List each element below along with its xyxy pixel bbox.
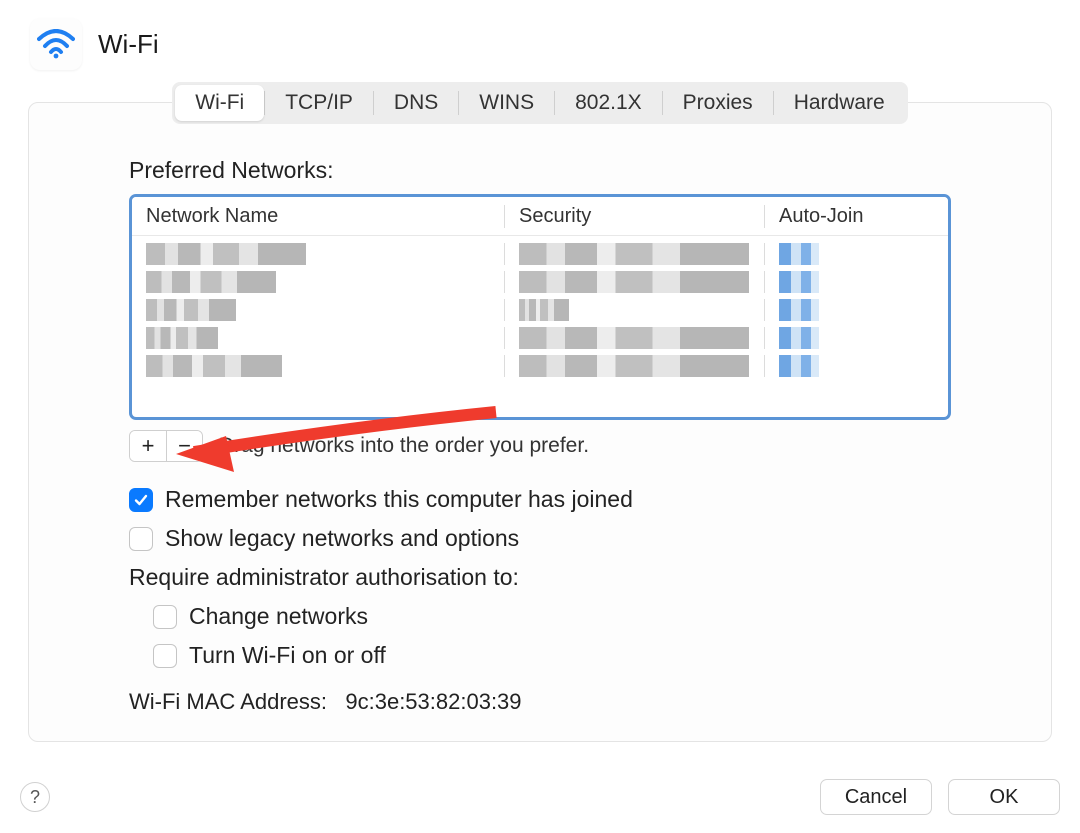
preferred-networks-table[interactable]: Network Name Security Auto-Join — [129, 194, 951, 420]
page-title: Wi-Fi — [98, 29, 159, 60]
mac-address-row: Wi-Fi MAC Address: 9c:3e:53:82:03:39 — [129, 689, 951, 715]
tab-wi-fi[interactable]: Wi-Fi — [175, 85, 264, 121]
table-row[interactable] — [132, 240, 948, 268]
ok-button[interactable]: OK — [948, 779, 1060, 815]
admin-auth-label: Require administrator authorisation to: — [129, 564, 951, 591]
column-network-name[interactable]: Network Name — [132, 205, 504, 228]
tabs: Wi-FiTCP/IPDNSWINS802.1XProxiesHardware — [0, 82, 1080, 124]
remember-networks-label: Remember networks this computer has join… — [165, 486, 633, 513]
help-button[interactable]: ? — [20, 782, 50, 812]
column-security[interactable]: Security — [504, 205, 764, 228]
tab-hardware[interactable]: Hardware — [774, 85, 905, 121]
table-row[interactable] — [132, 352, 948, 380]
cancel-button[interactable]: Cancel — [820, 779, 932, 815]
change-networks-label: Change networks — [189, 603, 368, 630]
remember-networks-checkbox[interactable] — [129, 488, 153, 512]
tab-dns[interactable]: DNS — [374, 85, 458, 121]
tab-proxies[interactable]: Proxies — [663, 85, 773, 121]
toggle-wifi-checkbox[interactable] — [153, 644, 177, 668]
change-networks-checkbox[interactable] — [153, 605, 177, 629]
show-legacy-label: Show legacy networks and options — [165, 525, 519, 552]
show-legacy-checkbox[interactable] — [129, 527, 153, 551]
window-header: Wi-Fi — [0, 0, 1080, 82]
content-panel: Preferred Networks: Network Name Securit… — [28, 102, 1052, 742]
remove-network-button[interactable]: − — [166, 431, 202, 461]
tab-wins[interactable]: WINS — [459, 85, 554, 121]
add-network-button[interactable]: + — [130, 431, 166, 461]
table-row[interactable] — [132, 324, 948, 352]
column-autojoin[interactable]: Auto-Join — [764, 205, 948, 228]
tab-tcp-ip[interactable]: TCP/IP — [265, 85, 373, 121]
preferred-networks-label: Preferred Networks: — [129, 157, 951, 184]
wifi-icon — [30, 18, 82, 70]
drag-order-hint: Drag networks into the order you prefer. — [219, 434, 589, 458]
table-row[interactable] — [132, 268, 948, 296]
mac-address-label: Wi-Fi MAC Address: — [129, 689, 327, 714]
table-row[interactable] — [132, 296, 948, 324]
toggle-wifi-label: Turn Wi-Fi on or off — [189, 642, 386, 669]
tab-802-1x[interactable]: 802.1X — [555, 85, 662, 121]
mac-address-value: 9c:3e:53:82:03:39 — [345, 689, 521, 714]
